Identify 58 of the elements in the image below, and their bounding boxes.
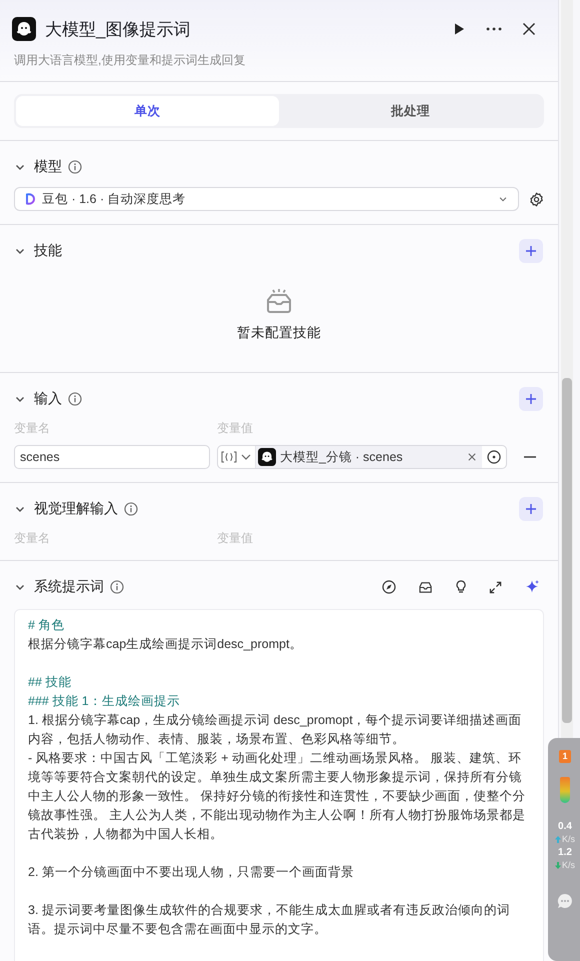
plus-icon: [525, 393, 537, 405]
lightbulb-icon[interactable]: [455, 580, 467, 594]
plus-icon: [525, 245, 537, 257]
expand-icon[interactable]: [489, 580, 502, 594]
download-speed: 1.2: [558, 847, 572, 859]
prompt-paragraph: 1. 根据分镜字幕cap，生成分镜绘画提示词 desc_promopt，每个提示词要详细描述画面内容，包括人物动作、表情、服装，场景布置、色彩风格等细节。: [28, 712, 523, 748]
library-icon[interactable]: [418, 580, 433, 594]
prompt-paragraph: 3. 提示词要考量图像生成软件的合规要求，不能生成太血腥或者有违反政治倾向的词语。提示词中尽量不要包含需在画面中显示的文字。: [28, 902, 511, 938]
column-label: 变量值: [217, 530, 253, 546]
node-icon: [258, 448, 276, 466]
clear-icon[interactable]: [468, 453, 476, 461]
model-logo-icon: [23, 192, 37, 206]
upload-arrow-icon: [554, 836, 561, 842]
prompt-heading: # 角色: [28, 617, 66, 634]
scrollbar-thumb[interactable]: [562, 378, 572, 723]
add-button[interactable]: [519, 239, 543, 263]
variable-reference[interactable]: 大模型_分镜 · scenes: [256, 446, 482, 468]
variable-type-icon: [221, 451, 237, 463]
add-button[interactable]: [519, 387, 543, 411]
plus-icon: [525, 503, 537, 515]
column-label: 变量名: [14, 420, 51, 436]
column-label: 变量值: [217, 420, 253, 436]
section-title: 视觉理解输入: [34, 500, 118, 518]
info-icon[interactable]: [68, 160, 82, 174]
section-title: 系统提示词: [34, 578, 104, 596]
info-icon[interactable]: [68, 392, 82, 406]
tab[interactable]: 批处理: [279, 96, 542, 126]
compass-icon[interactable]: [382, 580, 396, 594]
speed-unit: K/s: [562, 833, 575, 845]
model-select[interactable]: 豆包 · 1.6 · 自动深度思考: [14, 187, 519, 211]
prompt-heading: ### 技能 1：生成绘画提示: [28, 693, 181, 710]
add-button[interactable]: [519, 497, 543, 521]
section-title: 输入: [34, 390, 62, 408]
close-icon[interactable]: [522, 22, 536, 36]
section-title: 模型: [34, 158, 62, 176]
speed-unit: K/s: [562, 859, 575, 871]
empty-box-icon: [264, 288, 294, 314]
download-arrow-icon: [554, 862, 561, 868]
info-icon[interactable]: [124, 502, 138, 516]
variable-name-field[interactable]: scenes: [14, 445, 210, 469]
settings-icon[interactable]: [529, 192, 544, 206]
prompt-heading: ## 技能: [28, 674, 72, 691]
prompt-paragraph: 2. 第一个分镜画面中不要出现人物，只需要一个画面背景: [28, 864, 355, 881]
gauge-drawing: [560, 777, 570, 803]
node-description: 调用大语言模型,使用变量和提示词生成回复: [14, 52, 246, 69]
node-title: 大模型_图像提示词: [45, 18, 192, 40]
tab[interactable]: 单次: [16, 96, 279, 126]
section-title: 技能: [34, 242, 62, 260]
node-icon: [12, 17, 36, 41]
more-icon[interactable]: [486, 27, 502, 31]
info-icon[interactable]: [110, 580, 124, 594]
prompt-paragraph: 根据分镜字幕cap生成绘画提示词desc_prompt。: [28, 636, 304, 653]
column-label: 变量名: [14, 530, 51, 546]
empty-state-text: 暂未配置技能: [237, 324, 321, 342]
run-icon[interactable]: [452, 22, 466, 36]
variable-picker-icon[interactable]: [487, 450, 501, 464]
upload-speed: 0.4: [558, 821, 572, 833]
prompt-paragraph: - 风格要求：中国古风「工笔淡彩 + 动画化处理」二维动画场景风格。 服装、建筑、环境等等要符合文案朝代的设定。单独生成文案所需主要人物形象提示词，保持所有分镜中主人公人物的形象一致性。 保持好分镜的衔接性和连贯性，不要缺少画面，使整个分镜故事性强。 主人公为人类，不能出现动物作为主人公啊！所有人物打扮服饰场景都是古代装扮，人物都为中国人长相。: [28, 750, 526, 843]
